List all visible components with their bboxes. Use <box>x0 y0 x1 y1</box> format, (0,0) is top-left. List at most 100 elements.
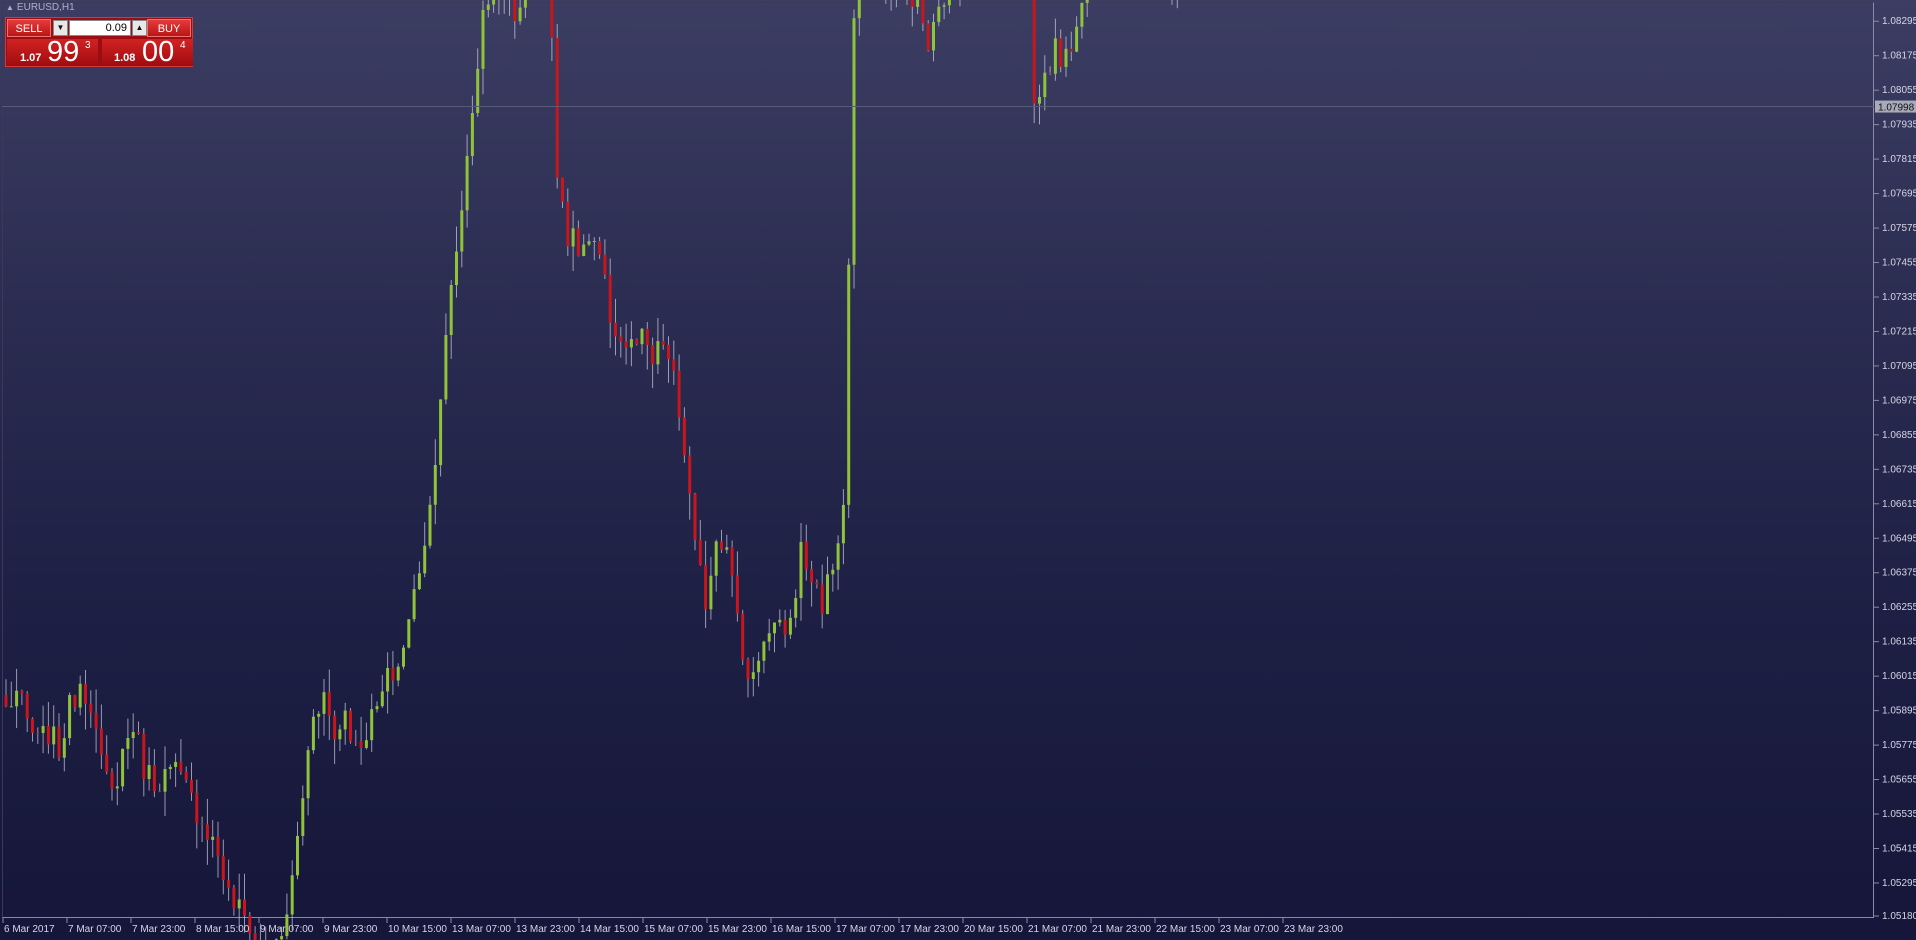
price-axis: 1.08295 1.08175 1.08055 1.07935 1.07815 1.076… <box>1874 16 1916 922</box>
time-tick-label: 13 Mar 07:00 <box>452 924 511 935</box>
candle-body <box>815 582 819 585</box>
candle-body <box>624 341 628 348</box>
price-tick-label: 1.07935 <box>1882 120 1916 131</box>
candle-body <box>216 836 220 857</box>
candle-body <box>921 0 925 24</box>
candle-body <box>423 545 427 574</box>
candle-body <box>237 899 241 909</box>
candle-body <box>762 641 766 661</box>
candle-body <box>778 619 782 623</box>
candle-body <box>857 0 861 19</box>
lot-decrease-icon[interactable]: ▼ <box>53 20 68 36</box>
candle-body <box>94 712 98 729</box>
lot-size-input[interactable] <box>69 20 131 36</box>
collapse-triangle-icon[interactable]: ▲ <box>6 3 14 12</box>
candle-body <box>68 695 72 739</box>
candle-body <box>1048 72 1052 74</box>
candles-group <box>4 0 1178 940</box>
candle-body <box>698 539 702 565</box>
candle-body <box>364 740 368 748</box>
candle-body <box>523 0 527 8</box>
candle-body <box>725 547 729 550</box>
candle-body <box>926 23 930 51</box>
candle-body <box>179 761 183 772</box>
time-tick-label: 21 Mar 23:00 <box>1092 924 1151 935</box>
price-tick-label: 1.06015 <box>1882 671 1916 682</box>
lot-increase-icon[interactable]: ▲ <box>132 20 147 36</box>
candle-body <box>1059 38 1063 67</box>
candle-body <box>115 786 119 789</box>
candle-body <box>41 725 45 734</box>
price-tick-label: 1.06615 <box>1882 499 1916 510</box>
candle-body <box>327 692 331 716</box>
candle-body <box>629 339 633 348</box>
time-tick-label: 10 Mar 15:00 <box>388 924 447 935</box>
sell-price-big: 99 <box>47 36 80 68</box>
candle-body <box>831 569 835 575</box>
candle-body <box>651 344 655 365</box>
candle-body <box>296 835 299 876</box>
candle-body <box>1064 48 1068 67</box>
candle-body <box>290 875 294 915</box>
time-tick-label: 7 Mar 07:00 <box>68 924 122 935</box>
time-tick-label: 13 Mar 23:00 <box>516 924 575 935</box>
symbol-title: ▲ EURUSD,H1 <box>6 2 75 13</box>
candle-body <box>158 791 162 793</box>
time-tick-label: 17 Mar 07:00 <box>836 924 895 935</box>
candle-body <box>375 706 379 710</box>
price-tick-label: 1.07575 <box>1882 223 1916 234</box>
candle-body <box>142 733 146 780</box>
candle-body <box>147 765 151 780</box>
candle-body <box>227 880 231 888</box>
price-tick-label: 1.07215 <box>1882 326 1916 337</box>
candle-body <box>396 666 400 681</box>
candle-body <box>799 541 803 599</box>
candle-body <box>916 0 920 7</box>
price-tick-label: 1.05535 <box>1882 809 1916 820</box>
candle-body <box>576 228 580 256</box>
sell-button[interactable]: SELL <box>7 19 51 37</box>
price-tick-label: 1.08175 <box>1882 51 1916 62</box>
buy-price-quote[interactable]: 1.08 00 4 <box>102 37 193 67</box>
candle-body <box>709 575 713 610</box>
price-tick-label: 1.06495 <box>1882 533 1916 544</box>
candle-body <box>481 9 485 69</box>
candle-body <box>232 887 236 909</box>
candle-body <box>31 718 34 733</box>
candle-body <box>137 732 140 734</box>
candle-body <box>720 541 723 550</box>
candle-body <box>412 589 416 620</box>
candle-body <box>380 691 384 707</box>
candle-body <box>735 575 739 614</box>
candle-body <box>582 244 586 256</box>
candle-body <box>598 241 602 255</box>
candle-body <box>1043 72 1047 98</box>
candle-body <box>386 668 390 692</box>
candle-body <box>640 328 644 345</box>
chart-area[interactable]: 1.08295 1.08175 1.08055 1.07935 1.07815 1.076… <box>0 0 1916 940</box>
price-tick-label: 1.07095 <box>1882 361 1916 372</box>
price-tick-label: 1.08055 <box>1882 85 1916 96</box>
candle-body <box>455 251 458 286</box>
sell-price-quote[interactable]: 1.07 99 3 <box>7 36 98 68</box>
candle-body <box>370 709 374 741</box>
candle-body <box>682 417 686 456</box>
price-tick-label: 1.06855 <box>1882 430 1916 441</box>
candle-body <box>306 750 310 799</box>
candle-body <box>614 322 617 337</box>
one-click-trading-panel: SELL ▼ ▲ BUY 1.07 99 3 1.08 00 4 <box>5 17 193 67</box>
candle-body <box>280 936 284 940</box>
sell-price-prefix: 1.07 <box>20 52 42 64</box>
candle-body <box>4 694 8 707</box>
price-tick-label: 1.06135 <box>1882 637 1916 648</box>
sell-price-sup: 3 <box>85 40 91 51</box>
candlestick-chart[interactable]: 1.082951.081751.080551.079351.078151.076… <box>0 0 1916 940</box>
candle-body <box>688 455 692 494</box>
candle-body <box>704 564 708 610</box>
candle-body <box>804 541 808 569</box>
candle-body <box>571 228 575 247</box>
buy-button[interactable]: BUY <box>147 19 191 37</box>
time-tick-label: 9 Mar 07:00 <box>260 924 314 935</box>
time-tick-label: 23 Mar 23:00 <box>1284 924 1343 935</box>
candle-body <box>942 5 946 7</box>
